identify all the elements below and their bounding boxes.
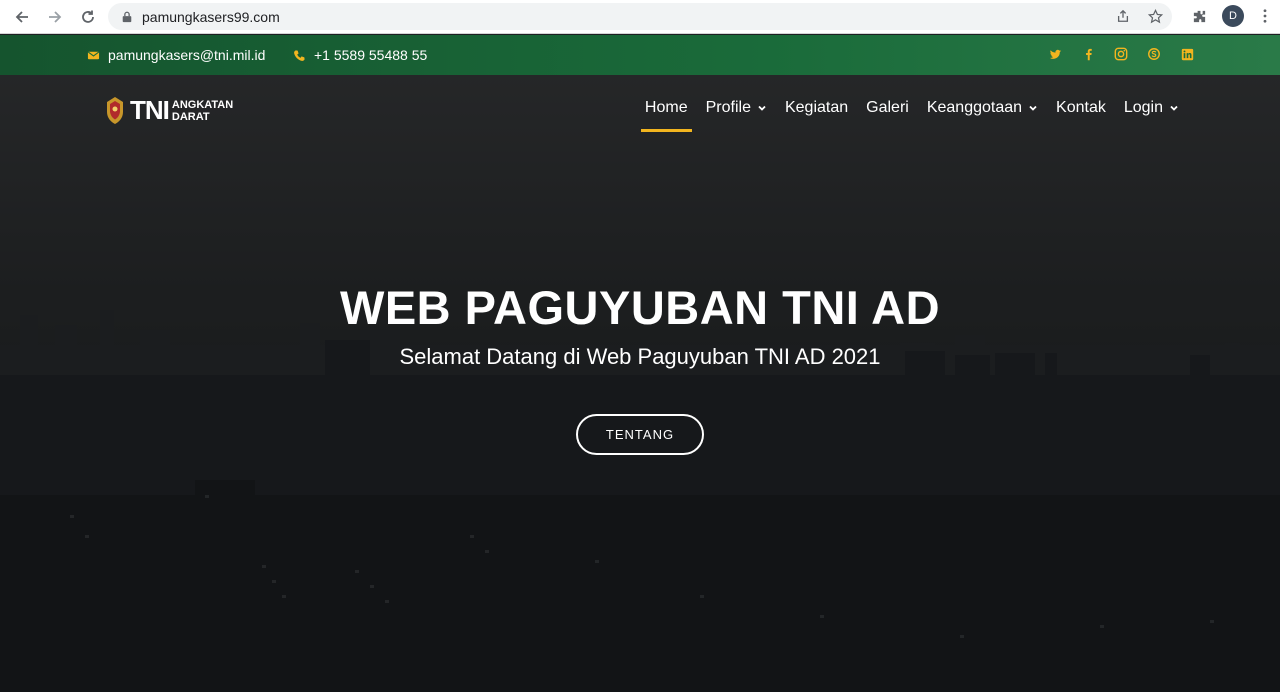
share-icon[interactable] xyxy=(1114,7,1132,25)
nav-galeri-label: Galeri xyxy=(866,99,909,116)
tentang-button[interactable]: TENTANG xyxy=(576,414,704,455)
nav-kontak[interactable]: Kontak xyxy=(1047,75,1115,141)
reload-icon[interactable] xyxy=(77,6,99,28)
chevron-down-icon xyxy=(1028,103,1038,113)
menu-kebab-icon[interactable] xyxy=(1258,7,1272,25)
logo-subtext-line1: ANGKATAN xyxy=(171,98,234,111)
contact-email-text[interactable]: pamungkasers@tni.mil.id xyxy=(108,47,265,63)
lock-icon[interactable] xyxy=(120,10,134,24)
chevron-down-icon xyxy=(1169,103,1179,113)
nav-kegiatan[interactable]: Kegiatan xyxy=(776,75,857,141)
main-menu: Home Profile Kegiatan Galeri Keanggotaan… xyxy=(636,75,1188,141)
chevron-down-icon xyxy=(757,103,767,113)
nav-profile[interactable]: Profile xyxy=(697,75,776,141)
nav-kegiatan-label: Kegiatan xyxy=(784,99,849,116)
nav-login-label: Login xyxy=(1123,99,1163,116)
nav-keanggotaan[interactable]: Keanggotaan xyxy=(918,75,1047,141)
contact-phone-text[interactable]: +1 5589 55488 55 xyxy=(314,47,427,63)
tni-emblem-icon xyxy=(107,96,123,124)
forward-icon[interactable] xyxy=(44,6,66,28)
logo-subtext: ANGKATAN DARAT xyxy=(172,99,233,123)
twitter-icon[interactable] xyxy=(1048,47,1062,61)
instagram-icon[interactable] xyxy=(1114,47,1128,61)
nav-keanggotaan-label: Keanggotaan xyxy=(926,99,1023,116)
nav-galeri[interactable]: Galeri xyxy=(857,75,918,141)
nav-kontak-label: Kontak xyxy=(1056,99,1106,116)
contact-topbar: pamungkasers@tni.mil.id +1 5589 55488 55 xyxy=(0,35,1280,75)
url-text[interactable]: pamungkasers99.com xyxy=(142,9,280,25)
hero-subtitle: Selamat Datang di Web Paguyuban TNI AD 2… xyxy=(399,344,881,369)
envelope-icon xyxy=(86,48,100,62)
nav-home-label: Home xyxy=(644,99,688,116)
linkedin-icon[interactable] xyxy=(1180,47,1194,61)
hero-overlay xyxy=(0,75,1280,692)
nav-login[interactable]: Login xyxy=(1115,75,1188,141)
extensions-icon[interactable] xyxy=(1190,7,1208,25)
main-navbar: TNI ANGKATAN DARAT Home Profile Kegiatan… xyxy=(0,75,1280,141)
nav-home[interactable]: Home xyxy=(636,75,697,141)
hero-section: TNI ANGKATAN DARAT Home Profile Kegiatan… xyxy=(0,75,1280,692)
browser-toolbar: pamungkasers99.com D xyxy=(0,0,1280,34)
facebook-icon[interactable] xyxy=(1081,47,1095,61)
phone-icon xyxy=(292,48,306,62)
profile-avatar[interactable]: D xyxy=(1222,5,1244,27)
address-bar[interactable]: pamungkasers99.com xyxy=(108,3,1172,30)
contact-email[interactable]: pamungkasers@tni.mil.id xyxy=(86,47,265,63)
star-icon[interactable] xyxy=(1146,7,1164,25)
hero-title: WEB PAGUYUBAN TNI AD xyxy=(339,281,941,334)
skype-icon[interactable] xyxy=(1147,47,1161,61)
site-logo[interactable]: TNI ANGKATAN DARAT xyxy=(104,95,233,126)
social-links xyxy=(1048,47,1194,61)
contact-phone[interactable]: +1 5589 55488 55 xyxy=(292,47,427,63)
logo-text: TNI xyxy=(130,95,170,125)
back-icon[interactable] xyxy=(11,6,33,28)
logo-subtext-line2: DARAT xyxy=(171,110,210,123)
nav-profile-label: Profile xyxy=(705,99,751,116)
